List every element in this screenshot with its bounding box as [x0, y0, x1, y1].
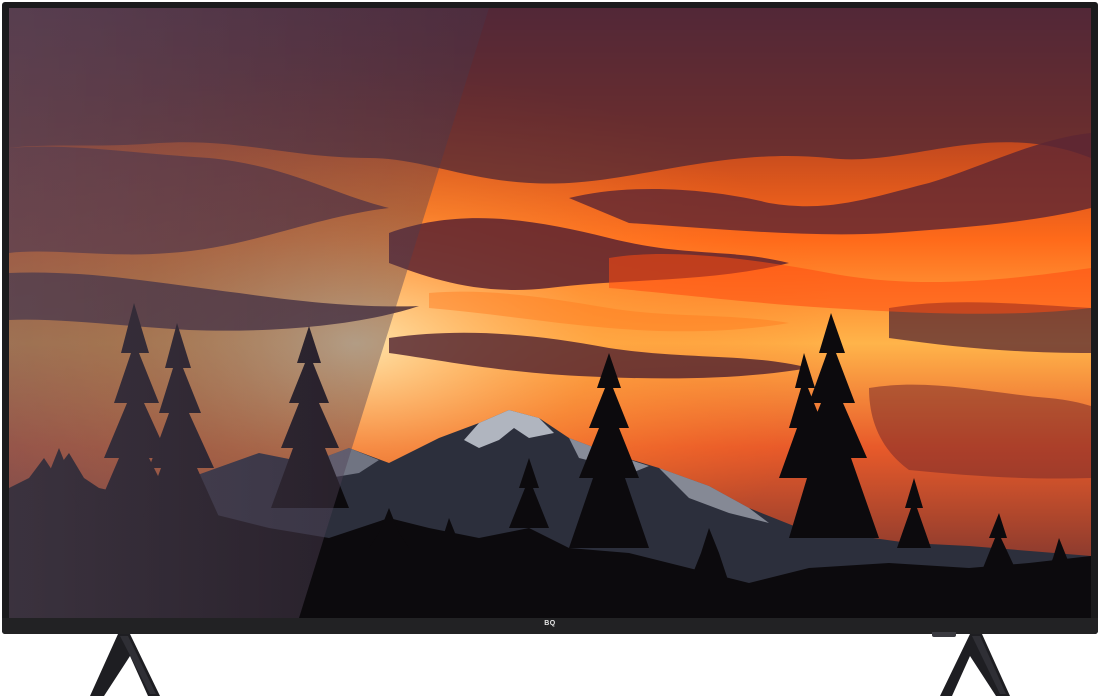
tv-screen — [9, 8, 1091, 618]
left-stand-leg — [90, 634, 160, 696]
landscape-image — [9, 8, 1091, 618]
brand-logo: BQ — [544, 620, 556, 627]
television: BQ — [0, 0, 1100, 696]
right-stand-leg — [940, 634, 1010, 696]
